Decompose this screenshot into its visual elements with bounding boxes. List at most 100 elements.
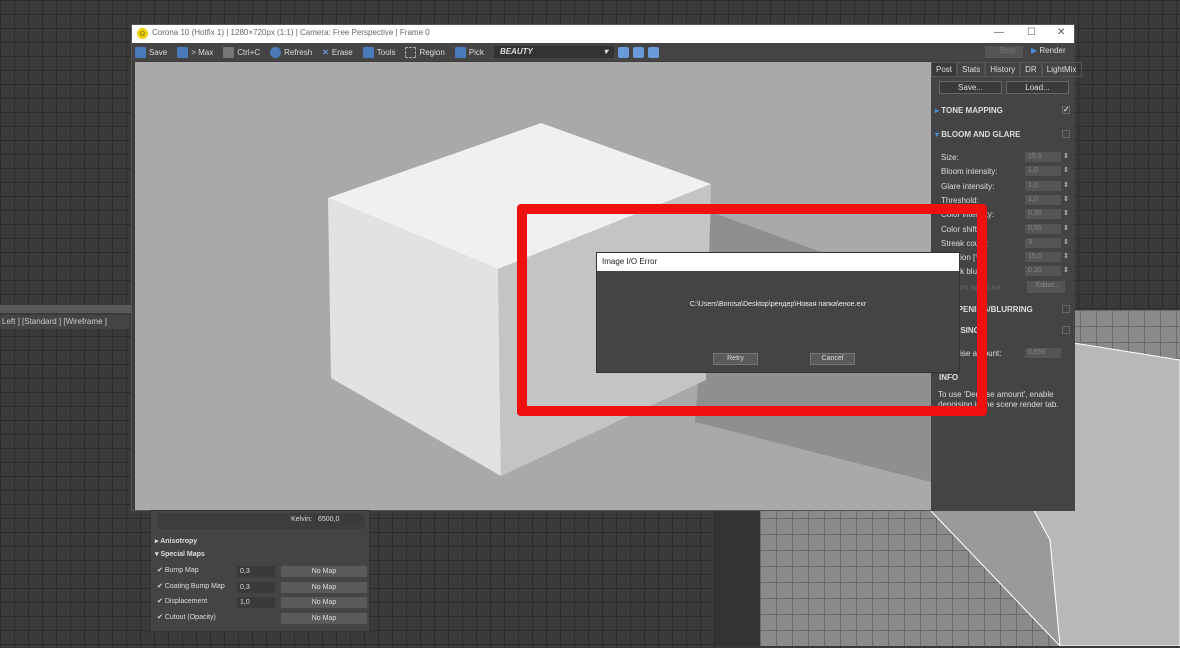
spinner-icon[interactable]: ⇕ (1063, 224, 1069, 232)
minimize-icon[interactable]: — (994, 27, 1004, 38)
material-panel: Kelvin: 6500,0 ▸ Anisotropy ▾ Special Ma… (150, 510, 370, 632)
map-row: ✔ Coating Bump Map 0,3 No Map (157, 581, 367, 594)
max-label: > Max (191, 47, 214, 57)
zoom-out-icon[interactable] (632, 46, 644, 58)
copy-button[interactable]: Ctrl+C (223, 46, 266, 58)
spinner-icon[interactable]: ⇕ (1063, 181, 1069, 189)
map-amount-input[interactable]: 0,3 (237, 581, 275, 593)
param-input[interactable]: 0,30 (1025, 209, 1061, 220)
spinner-icon[interactable]: ⇕ (1063, 252, 1069, 260)
save-label: Save (149, 47, 168, 57)
map-row: ✔ Bump Map 0,3 No Map (157, 566, 367, 578)
anisotropy-label: Anisotropy (160, 538, 198, 545)
pick-label: Pick (468, 47, 484, 57)
spinner-icon[interactable]: ⇕ (1063, 238, 1069, 246)
map-slot-button[interactable]: No Map (281, 581, 367, 593)
erase-button[interactable]: ✕ Erase (322, 48, 359, 57)
region-icon (405, 46, 417, 58)
render-label: Render (1039, 46, 1066, 55)
section-bloom-glare[interactable]: ▾ BLOOM AND GLARE (935, 130, 1021, 139)
copy-icon (223, 46, 235, 58)
param-label: Size: (941, 153, 959, 162)
map-row: ✔ Cutout (Opacity) No Map (157, 612, 367, 625)
spinner-icon[interactable]: ⇕ (1063, 152, 1069, 160)
map-checkbox[interactable]: ✔ (157, 614, 163, 621)
window-title: Corona 10 (Hotfix 1) | 1280×720px (1:1) … (152, 28, 430, 37)
tab-post[interactable]: Post (931, 62, 958, 77)
bloom-label: BLOOM AND GLARE (941, 130, 1021, 139)
channel-value: BEAUTY (499, 47, 533, 56)
copy-label: Ctrl+C (237, 47, 261, 57)
special-maps-rollout[interactable]: ▾ Special Maps (155, 550, 205, 558)
kelvin-input[interactable]: 6500,0 (315, 514, 363, 525)
spinner-icon[interactable]: ⇕ (1063, 166, 1069, 174)
map-label: Coating Bump Map (164, 582, 225, 590)
param-input[interactable]: 0,20 (1025, 266, 1061, 277)
editor-button[interactable]: Editor... (1027, 281, 1065, 293)
highlight-annotation (517, 204, 987, 416)
channel-select[interactable]: BEAUTY ▾ (493, 46, 614, 58)
map-slot-button[interactable]: No Map (281, 597, 367, 608)
map-checkbox[interactable]: ✔ (157, 598, 163, 605)
erase-label: Erase (331, 47, 353, 57)
viewport-label[interactable]: Left ] [Standard ] [Wireframe ] (0, 315, 130, 329)
stop-label: Stop (999, 46, 1016, 55)
spinner-icon[interactable]: ⇕ (1063, 266, 1069, 274)
tab-dr[interactable]: DR (1020, 62, 1042, 77)
param-input[interactable]: 3 (1025, 237, 1061, 248)
param-input[interactable]: 1,0 (1025, 194, 1061, 205)
panel-tabs: Post Stats History DR LightMix (931, 62, 1082, 77)
viewport-separator (0, 305, 135, 313)
map-checkbox[interactable]: ✔ (157, 583, 163, 590)
save-button[interactable]: Save (135, 46, 173, 58)
param-input[interactable]: 15,0 (1025, 252, 1061, 263)
spinner-icon[interactable]: ⇕ (1063, 209, 1069, 217)
map-label: Displacement (164, 598, 208, 605)
zoom-fit-icon[interactable] (647, 46, 659, 58)
map-amount-input[interactable]: 1,0 (237, 597, 275, 608)
play-icon: ▶ (1031, 46, 1038, 55)
save-settings-button[interactable]: Save... (939, 81, 1002, 94)
denoise-input[interactable]: 0,650 (1025, 348, 1061, 358)
section-tone-mapping[interactable]: ▸ TONE MAPPING (935, 106, 1003, 115)
hand-icon (454, 46, 466, 58)
maximize-icon[interactable]: ☐ (1027, 27, 1036, 38)
tools-button[interactable]: Tools (362, 46, 402, 58)
refresh-button[interactable]: Refresh (270, 46, 318, 58)
stop-button[interactable]: Stop (985, 46, 1023, 58)
sharpening-checkbox[interactable] (1062, 305, 1070, 313)
close-icon[interactable]: ✕ (1057, 27, 1065, 38)
param-input[interactable]: 1,0 (1025, 180, 1061, 191)
tools-label: Tools (376, 47, 396, 57)
region-button[interactable]: Region (405, 46, 450, 58)
kelvin-label: Kelvin: (291, 516, 313, 523)
zoom-in-icon[interactable] (617, 46, 629, 58)
max-button[interactable]: > Max (177, 46, 219, 58)
dropdown-icon: ▾ (603, 47, 608, 56)
special-maps-label: Special Maps (160, 551, 205, 558)
map-slot-button[interactable]: No Map (281, 566, 367, 577)
gear-icon (362, 46, 374, 58)
spinner-icon[interactable]: ⇕ (1063, 195, 1069, 203)
tone-mapping-checkbox[interactable]: ✓ (1062, 106, 1070, 114)
param-input[interactable]: 0,50 (1025, 223, 1061, 234)
pick-button[interactable]: Pick (454, 46, 490, 58)
bloom-checkbox[interactable] (1062, 130, 1070, 138)
tab-history[interactable]: History (985, 62, 1021, 77)
anisotropy-rollout[interactable]: ▸ Anisotropy (155, 537, 197, 545)
denoising-checkbox[interactable] (1062, 326, 1070, 334)
param-input[interactable]: 1,0 (1025, 166, 1061, 177)
map-checkbox[interactable]: ✔ (157, 567, 163, 574)
param-input[interactable]: 15,0 (1025, 152, 1061, 162)
save-icon (135, 46, 146, 58)
tab-stats[interactable]: Stats (957, 62, 986, 77)
render-button[interactable]: ▶ Render (1031, 46, 1066, 55)
load-settings-button[interactable]: Load... (1006, 81, 1069, 94)
map-row: ✔ Displacement 1,0 No Map (157, 597, 367, 609)
refresh-label: Refresh (284, 47, 313, 57)
map-amount-input[interactable]: 0,3 (237, 566, 275, 577)
tab-lightmix[interactable]: LightMix (1041, 62, 1082, 77)
map-label: Bump Map (164, 567, 199, 574)
title-bar: Corona 10 (Hotfix 1) | 1280×720px (1:1) … (132, 25, 1074, 43)
map-slot-button[interactable]: No Map (281, 612, 367, 624)
